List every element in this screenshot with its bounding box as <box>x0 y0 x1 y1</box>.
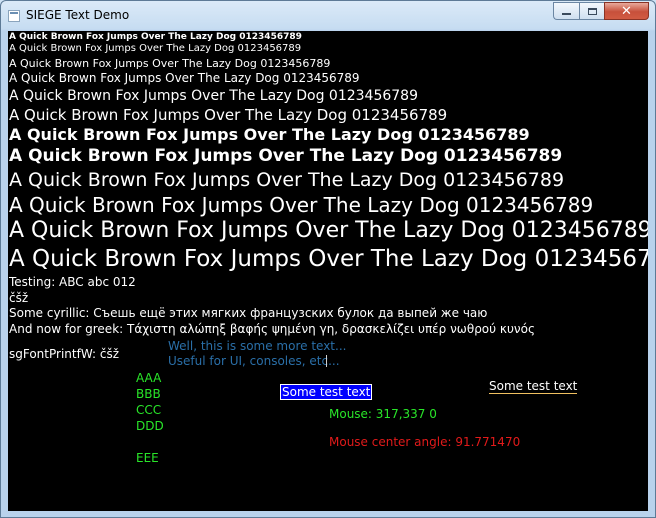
list-item-aaa: AAA <box>136 371 162 385</box>
more-text-line-1: Well, this is some more text... <box>168 339 347 353</box>
testing-line: Testing: ABC abc 012 <box>9 275 136 289</box>
size-sample-4: A Quick Brown Fox Jumps Over The Lazy Do… <box>9 71 360 85</box>
app-window: SIEGE Text Demo ✕ A Quick Brown Fox Jump… <box>0 0 656 518</box>
czech-line: čšž <box>9 291 29 305</box>
list-item-ccc: CCC <box>136 403 162 417</box>
size-sample-5: A Quick Brown Fox Jumps Over The Lazy Do… <box>9 88 418 104</box>
more-text-line-2: Useful for UI, consoles, etc... <box>168 354 340 368</box>
mouse-position-readout: Mouse: 317,337 0 <box>329 407 437 421</box>
size-sample-11: A Quick Brown Fox Jumps Over The Lazy Do… <box>9 218 648 243</box>
size-sample-10: A Quick Brown Fox Jumps Over The Lazy Do… <box>9 193 594 217</box>
underlined-test-text: Some test text <box>489 379 578 394</box>
window-controls: ✕ <box>553 2 649 21</box>
size-sample-7: A Quick Brown Fox Jumps Over The Lazy Do… <box>9 125 530 144</box>
list-item-eee: EEE <box>136 451 159 465</box>
size-sample-6: A Quick Brown Fox Jumps Over The Lazy Do… <box>9 106 448 124</box>
minimize-icon <box>562 13 571 15</box>
size-sample-12: A Quick Brown Fox Jumps Over The Lazy Do… <box>9 246 648 272</box>
close-button[interactable]: ✕ <box>604 2 649 20</box>
size-sample-3: A Quick Brown Fox Jumps Over The Lazy Do… <box>9 57 331 70</box>
list-item-bbb: BBB <box>136 387 161 401</box>
render-canvas[interactable]: A Quick Brown Fox Jumps Over The Lazy Do… <box>8 31 648 511</box>
mouse-angle-readout: Mouse center angle: 91.771470 <box>329 435 521 449</box>
mouse-cursor <box>326 355 327 367</box>
minimize-button[interactable] <box>553 2 579 20</box>
boxed-test-text: Some test text <box>280 384 373 400</box>
cyrillic-line: Some cyrillic: Съешь ещё этих мягких фра… <box>9 306 488 320</box>
maximize-button[interactable] <box>579 2 604 20</box>
window-title: SIEGE Text Demo <box>26 8 130 22</box>
title-bar[interactable]: SIEGE Text Demo ✕ <box>1 1 655 31</box>
size-sample-1: A Quick Brown Fox Jumps Over The Lazy Do… <box>9 32 302 42</box>
size-sample-2: A Quick Brown Fox Jumps Over The Lazy Do… <box>9 43 302 54</box>
greek-line: And now for greek: Τάχιστη αλώπηξ βαφής … <box>9 322 536 336</box>
size-sample-9: A Quick Brown Fox Jumps Over The Lazy Do… <box>9 169 565 191</box>
printfw-line: sgFontPrintfW: čšž <box>9 347 119 361</box>
list-item-ddd: DDD <box>136 419 164 433</box>
app-icon <box>8 10 20 22</box>
close-icon: ✕ <box>621 3 632 19</box>
size-sample-8: A Quick Brown Fox Jumps Over The Lazy Do… <box>9 146 563 166</box>
maximize-icon <box>587 7 597 15</box>
